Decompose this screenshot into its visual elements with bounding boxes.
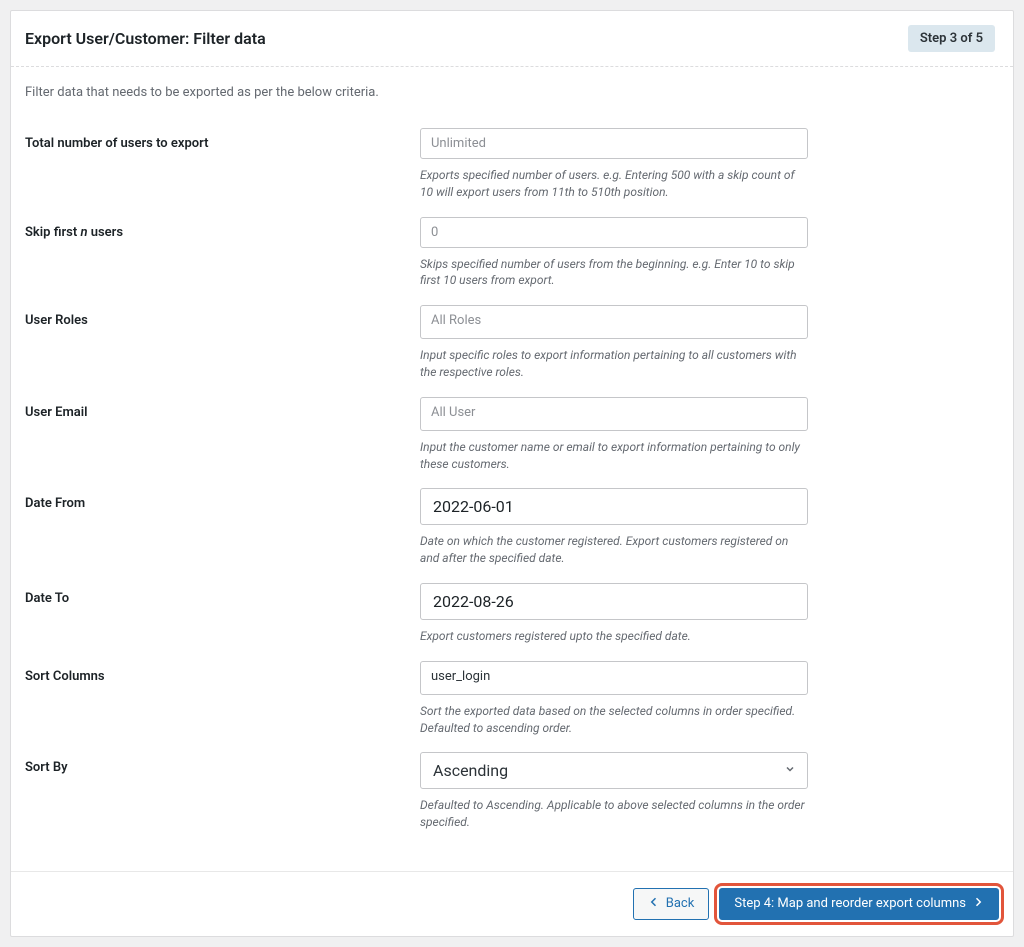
help-date-to: Export customers registered upto the spe…: [420, 628, 808, 645]
skip-users-input[interactable]: [420, 217, 808, 248]
label-user-roles: User Roles: [25, 305, 420, 381]
help-sort-columns: Sort the exported data based on the sele…: [420, 703, 808, 737]
step-indicator-badge: Step 3 of 5: [908, 25, 995, 52]
back-button-label: Back: [666, 896, 695, 911]
help-total-users: Exports specified number of users. e.g. …: [420, 167, 808, 201]
help-sort-by: Defaulted to Ascending. Applicable to ab…: [420, 797, 808, 831]
next-step-button[interactable]: Step 4: Map and reorder export columns: [719, 888, 999, 920]
label-skip-users: Skip first n users: [25, 217, 420, 290]
user-email-input[interactable]: All User: [420, 397, 808, 431]
export-filter-panel: Export User/Customer: Filter data Step 3…: [10, 10, 1014, 937]
label-user-email: User Email: [25, 397, 420, 473]
total-users-input[interactable]: [420, 128, 808, 159]
back-button[interactable]: Back: [633, 888, 710, 920]
row-sort-columns: Sort Columns user_login Sort the exporte…: [25, 661, 999, 737]
help-user-roles: Input specific roles to export informati…: [420, 347, 808, 381]
row-skip-users: Skip first n users Skips specified numbe…: [25, 217, 999, 290]
label-date-from: Date From: [25, 488, 420, 567]
label-sort-by: Sort By: [25, 752, 420, 831]
panel-footer: Back Step 4: Map and reorder export colu…: [11, 871, 1013, 936]
next-step-button-label: Step 4: Map and reorder export columns: [734, 896, 966, 911]
panel-body: Filter data that needs to be exported as…: [11, 67, 1013, 871]
row-sort-by: Sort By Ascending Defaulted to Ascending…: [25, 752, 999, 831]
panel-header: Export User/Customer: Filter data Step 3…: [11, 11, 1013, 67]
label-date-to: Date To: [25, 583, 420, 645]
date-to-input[interactable]: [420, 583, 808, 620]
row-date-to: Date To Export customers registered upto…: [25, 583, 999, 645]
row-user-email: User Email All User Input the customer n…: [25, 397, 999, 473]
label-total-users: Total number of users to export: [25, 128, 420, 201]
help-date-from: Date on which the customer registered. E…: [420, 533, 808, 567]
user-roles-input[interactable]: All Roles: [420, 305, 808, 339]
row-total-users: Total number of users to export Exports …: [25, 128, 999, 201]
date-from-input[interactable]: [420, 488, 808, 525]
sort-columns-input[interactable]: user_login: [420, 661, 808, 695]
page-title: Export User/Customer: Filter data: [25, 29, 266, 48]
sort-by-select[interactable]: Ascending: [420, 752, 808, 789]
row-user-roles: User Roles All Roles Input specific role…: [25, 305, 999, 381]
intro-text: Filter data that needs to be exported as…: [25, 85, 999, 100]
help-skip-users: Skips specified number of users from the…: [420, 256, 808, 290]
help-user-email: Input the customer name or email to expo…: [420, 439, 808, 473]
label-sort-columns: Sort Columns: [25, 661, 420, 737]
row-date-from: Date From Date on which the customer reg…: [25, 488, 999, 567]
